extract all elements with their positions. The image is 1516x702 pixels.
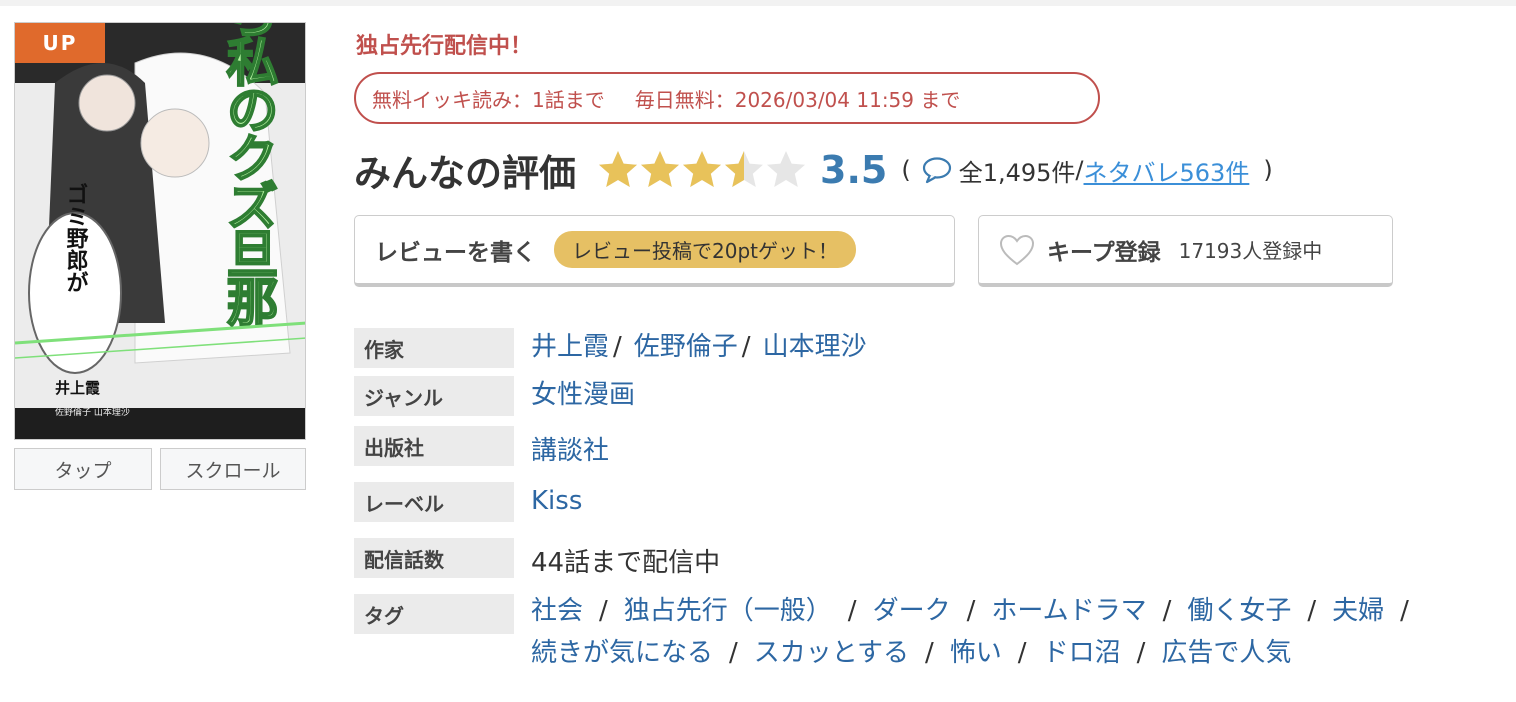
- tag-sep: /: [1017, 638, 1027, 668]
- cover-speech: ゴミ野郎が: [63, 182, 89, 293]
- tag-link[interactable]: 独占先行（一般）: [624, 596, 832, 626]
- label-value: Kiss: [531, 486, 582, 516]
- rating-score: 3.5: [820, 148, 888, 192]
- cover-author: 井上霞: [55, 379, 101, 397]
- tags-line-1: 社会 / 独占先行（一般） / ダーク / ホームドラマ / 働く女子 / 夫婦 /: [531, 590, 1425, 627]
- tag-link[interactable]: ホームドラマ: [991, 596, 1146, 626]
- exclusive-label: 独占先行配信中！: [356, 34, 533, 59]
- spoiler-link[interactable]: ネタバレ563件: [1084, 153, 1250, 188]
- heart-icon: [999, 234, 1035, 265]
- tag-sep: /: [1162, 596, 1172, 626]
- keep-button[interactable]: キープ登録 17193人登録中: [978, 215, 1393, 287]
- tag-link[interactable]: 社会: [531, 596, 583, 626]
- tag-link[interactable]: 続きが気になる: [531, 638, 713, 668]
- tag-link[interactable]: ドロ沼: [1043, 638, 1121, 668]
- tag-link[interactable]: 怖い: [950, 638, 1002, 668]
- author-link-1[interactable]: 井上霞: [531, 332, 609, 362]
- episodes-label: 配信話数: [354, 538, 514, 578]
- binge-free-text: 無料イッキ読み：1話まで: [372, 87, 605, 112]
- cover-title: さよなら私のクズ旦那: [217, 23, 278, 327]
- keep-count: 17193人登録中: [1178, 239, 1323, 263]
- episodes-value: 44話まで配信中: [531, 548, 721, 578]
- tap-button[interactable]: タップ: [14, 448, 152, 490]
- count-slash: /: [1075, 156, 1084, 184]
- up-badge: UP: [15, 23, 105, 63]
- star-full-icon: [599, 151, 637, 187]
- tag-sep: /: [966, 596, 976, 626]
- author-sep: /: [613, 332, 622, 362]
- tag-sep: /: [847, 596, 857, 626]
- genre-link[interactable]: 女性漫画: [531, 380, 635, 410]
- cover-image[interactable]: ゴミ野郎が さよなら私のクズ旦那 井上霞 佐野倫子 山本理沙 UP: [14, 22, 306, 440]
- publisher-link[interactable]: 講談社: [531, 436, 609, 466]
- star-full-icon: [641, 151, 679, 187]
- author-sep: /: [741, 332, 751, 362]
- daily-free-text: 毎日無料：2026/03/04 11:59 まで: [634, 87, 961, 112]
- tag-sep: /: [1307, 596, 1317, 626]
- author-values: 井上霞 / 佐野倫子 / 山本理沙: [531, 326, 867, 363]
- star-half-icon: [725, 151, 763, 187]
- cover-sub-authors: 佐野倫子 山本理沙: [55, 406, 130, 418]
- star-full-icon: [683, 151, 721, 187]
- tag-sep: /: [925, 638, 934, 668]
- review-counts: ( 全1,495件 / ネタバレ563件 ): [901, 153, 1272, 188]
- star-empty-icon: [767, 151, 805, 187]
- genre-value: 女性漫画: [531, 374, 635, 411]
- publisher-label: 出版社: [354, 426, 514, 466]
- tag-sep: /: [599, 596, 608, 626]
- free-info-pill: 無料イッキ読み：1話まで 毎日無料：2026/03/04 11:59 まで: [354, 72, 1100, 124]
- rating-row: みんなの評価 3.5 ( 全1,495件 / ネタバレ563件 ): [354, 142, 1273, 198]
- rating-stars: [596, 149, 806, 191]
- review-bonus-badge: レビュー投稿で20ptゲット！: [554, 231, 856, 268]
- review-total: 全1,495件: [958, 158, 1076, 187]
- tag-link[interactable]: 働く女子: [1187, 596, 1291, 626]
- tag-sep: /: [729, 638, 738, 668]
- label-link[interactable]: Kiss: [531, 486, 582, 516]
- author-link-2[interactable]: 佐野倫子: [634, 332, 738, 362]
- close-paren: ): [1263, 156, 1273, 184]
- open-paren: (: [901, 156, 911, 184]
- tags-label: タグ: [354, 594, 514, 634]
- author-link-3[interactable]: 山本理沙: [763, 332, 867, 362]
- top-divider: [0, 0, 1516, 6]
- publisher-value: 講談社: [531, 430, 609, 467]
- rating-title: みんなの評価: [354, 152, 576, 195]
- tag-sep: /: [1400, 596, 1409, 626]
- scroll-button[interactable]: スクロール: [160, 448, 306, 490]
- tag-sep: /: [1136, 638, 1146, 668]
- tags-line-2: 続きが気になる / スカッとする / 怖い / ドロ沼 / 広告で人気: [531, 632, 1291, 669]
- write-review-button[interactable]: レビューを書く レビュー投稿で20ptゲット！: [354, 215, 955, 287]
- cover-illustration: ゴミ野郎が さよなら私のクズ旦那 井上霞 佐野倫子 山本理沙: [15, 23, 305, 439]
- tag-link[interactable]: 広告で人気: [1161, 638, 1291, 668]
- label-label: レーベル: [354, 482, 514, 522]
- keep-label: キープ登録: [1047, 239, 1161, 266]
- tag-link[interactable]: ダーク: [873, 596, 951, 626]
- write-review-label: レビューを書く: [375, 239, 536, 266]
- author-label: 作家: [354, 328, 514, 368]
- tag-link[interactable]: スカッとする: [754, 638, 909, 668]
- tag-link[interactable]: 夫婦: [1332, 596, 1384, 626]
- comment-bubble-icon: [922, 157, 951, 184]
- genre-label: ジャンル: [354, 376, 514, 416]
